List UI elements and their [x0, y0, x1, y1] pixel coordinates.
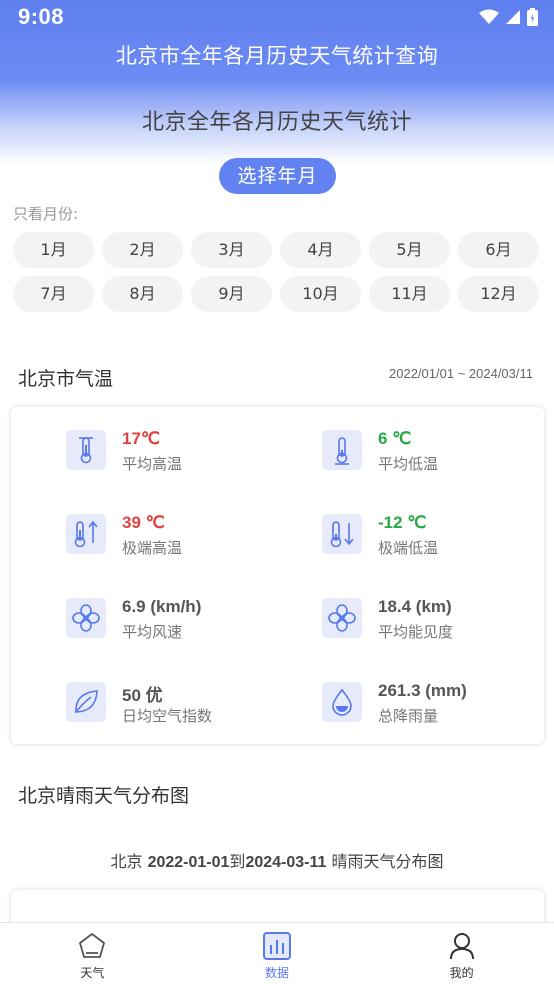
home-weather-icon	[76, 930, 108, 962]
status-bar: 9:08	[0, 0, 554, 34]
stat-avg-visibility: 18.4 (km) 平均能见度	[322, 597, 554, 641]
battery-icon	[527, 8, 538, 26]
stat-label: 日均空气指数	[122, 707, 213, 725]
stat-label: 平均高温	[122, 455, 183, 473]
select-year-month-button[interactable]: 选择年月	[219, 158, 336, 194]
subtitle-start-date: 2022-01-01	[147, 854, 230, 871]
month-chip-11[interactable]: 11月	[369, 276, 450, 312]
date-range: 2022/01/01 ~ 2024/03/11	[389, 366, 533, 381]
thermometer-high-icon	[66, 430, 106, 470]
month-chip-7[interactable]: 7月	[13, 276, 94, 312]
subtitle-city: 北京	[110, 852, 148, 871]
nav-item-data[interactable]: 数据	[185, 923, 370, 984]
status-time: 9:08	[18, 4, 65, 29]
app-title: 北京市全年各月历史天气统计查询	[115, 44, 439, 68]
water-drop-icon	[322, 682, 362, 722]
stat-value: 50 优	[122, 686, 163, 705]
thermometer-fall-icon	[322, 514, 362, 554]
fan-icon	[322, 598, 362, 638]
month-chip-6[interactable]: 6月	[458, 232, 539, 268]
stat-total-rainfall: 261.3 (mm) 总降雨量	[322, 681, 554, 725]
month-chip-1[interactable]: 1月	[13, 232, 94, 268]
stat-value: 6 ℃	[378, 429, 412, 448]
user-icon	[446, 930, 478, 962]
stat-value: 39 ℃	[122, 513, 165, 532]
month-chip-2[interactable]: 2月	[102, 232, 183, 268]
nav-item-weather[interactable]: 天气	[0, 923, 185, 984]
chart-icon	[261, 930, 293, 962]
stat-avg-high: 17℃ 平均高温	[66, 429, 306, 473]
bottom-nav: 天气 数据 我的	[0, 922, 554, 984]
subtitle-suffix: 晴雨天气分布图	[326, 852, 444, 871]
month-chip-8[interactable]: 8月	[102, 276, 183, 312]
thermometer-low-icon	[322, 430, 362, 470]
signal-icon	[506, 10, 520, 24]
month-filter-grid: 1月 2月 3月 4月 5月 6月 7月 8月 9月 10月 11月 12月	[13, 232, 539, 312]
stat-value: 6.9 (km/h)	[122, 597, 202, 616]
stat-value: 17℃	[122, 429, 161, 448]
nav-label: 我的	[449, 966, 474, 980]
stat-value: -12 ℃	[378, 513, 427, 532]
month-chip-3[interactable]: 3月	[191, 232, 272, 268]
wifi-icon	[479, 9, 499, 24]
weather-chart-subtitle: 北京 2022-01-01到2024-03-11 晴雨天气分布图	[0, 848, 554, 872]
stat-label: 平均能见度	[378, 623, 454, 641]
fan-icon	[66, 598, 106, 638]
leaf-icon	[66, 682, 106, 722]
month-chip-4[interactable]: 4月	[280, 232, 361, 268]
nav-label: 数据	[265, 966, 290, 980]
month-filter-caption: 只看月份:	[13, 205, 79, 223]
stat-label: 极端低温	[378, 539, 439, 557]
month-chip-10[interactable]: 10月	[280, 276, 361, 312]
stat-label: 总降雨量	[378, 707, 439, 725]
stat-label: 平均风速	[122, 623, 183, 641]
nav-label: 天气	[80, 966, 105, 980]
stat-label: 平均低温	[378, 455, 439, 473]
status-icons	[479, 8, 538, 26]
thermometer-rise-icon	[66, 514, 106, 554]
month-chip-9[interactable]: 9月	[191, 276, 272, 312]
subtitle-end-date: 2024-03-11	[245, 854, 327, 871]
stats-card: 17℃ 平均高温 6 ℃ 平均低温 39 ℃ 极端高温 -12 ℃ 极端低温 6…	[11, 407, 544, 744]
stat-label: 极端高温	[122, 539, 183, 557]
month-chip-12[interactable]: 12月	[458, 276, 539, 312]
stat-value: 18.4 (km)	[378, 597, 452, 616]
stat-avg-wind: 6.9 (km/h) 平均风速	[66, 597, 306, 641]
subtitle-to: 到	[229, 852, 246, 871]
page-title: 北京全年各月历史天气统计	[141, 110, 412, 135]
stat-extreme-low: -12 ℃ 极端低温	[322, 513, 554, 557]
stat-avg-low: 6 ℃ 平均低温	[322, 429, 554, 473]
month-chip-5[interactable]: 5月	[369, 232, 450, 268]
stat-value: 261.3 (mm)	[378, 681, 467, 700]
stat-extreme-high: 39 ℃ 极端高温	[66, 513, 306, 557]
stat-air-quality: 50 优 日均空气指数	[66, 681, 306, 725]
nav-item-mine[interactable]: 我的	[369, 923, 554, 984]
temperature-section-title: 北京市气温	[18, 368, 114, 390]
weather-section-title: 北京晴雨天气分布图	[18, 785, 190, 807]
